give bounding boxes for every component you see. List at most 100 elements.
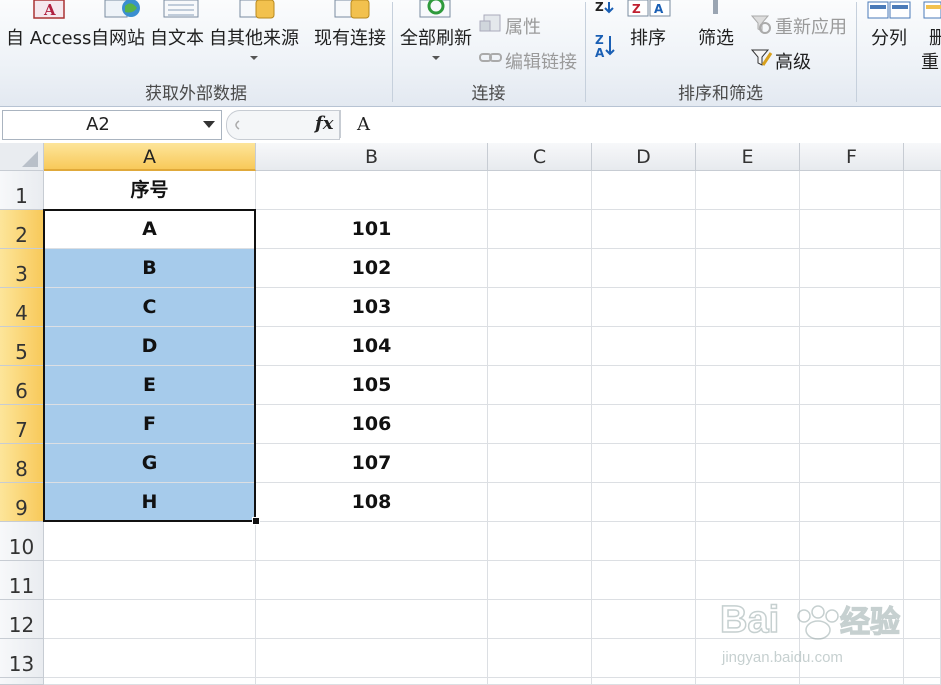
cell[interactable] <box>696 366 800 405</box>
column-header-c[interactable]: C <box>488 143 592 171</box>
from-other-sources-button[interactable]: 自其他来源 <box>209 24 299 50</box>
cell[interactable]: C <box>44 288 256 327</box>
cell[interactable]: G <box>44 444 256 483</box>
cell[interactable] <box>800 444 904 483</box>
cell[interactable] <box>592 405 696 444</box>
dropdown-arrow-icon[interactable] <box>248 54 260 62</box>
cell[interactable] <box>592 522 696 561</box>
cell[interactable]: F <box>44 405 256 444</box>
cell[interactable] <box>488 678 592 685</box>
collapse-handle-icon[interactable] <box>227 115 247 135</box>
cell[interactable]: D <box>44 327 256 366</box>
cell[interactable] <box>256 678 488 685</box>
cell[interactable] <box>44 561 256 600</box>
cell[interactable] <box>904 288 941 327</box>
insert-function-icon[interactable]: fx <box>315 113 333 134</box>
cell[interactable] <box>488 639 592 678</box>
cell[interactable] <box>488 444 592 483</box>
row-header[interactable]: 3 <box>0 249 44 288</box>
from-access-button[interactable]: 自 Access <box>6 24 91 50</box>
row-header[interactable]: 13 <box>0 639 44 678</box>
cell[interactable] <box>800 327 904 366</box>
cell[interactable] <box>488 405 592 444</box>
cell[interactable] <box>904 522 941 561</box>
cell[interactable]: 103 <box>256 288 488 327</box>
advanced-button[interactable]: 高级 <box>775 48 811 74</box>
cell[interactable] <box>44 522 256 561</box>
row-header[interactable]: 11 <box>0 561 44 600</box>
row-header[interactable]: 9 <box>0 483 44 522</box>
remove-duplicates-button[interactable]: 删 <box>929 24 941 50</box>
formula-input[interactable]: A <box>340 110 941 138</box>
cell[interactable] <box>488 249 592 288</box>
cell[interactable] <box>592 483 696 522</box>
cell[interactable] <box>592 639 696 678</box>
select-all-button[interactable] <box>0 143 44 171</box>
cell[interactable] <box>904 366 941 405</box>
cell[interactable] <box>800 249 904 288</box>
cell[interactable] <box>904 171 941 210</box>
cell[interactable] <box>800 210 904 249</box>
cell[interactable] <box>800 288 904 327</box>
cell[interactable] <box>592 678 696 685</box>
cell[interactable] <box>488 171 592 210</box>
reapply-button[interactable]: 重新应用 <box>775 13 847 39</box>
cell[interactable] <box>592 600 696 639</box>
cell[interactable] <box>592 288 696 327</box>
cell[interactable] <box>904 327 941 366</box>
cell[interactable] <box>696 405 800 444</box>
cell[interactable] <box>488 483 592 522</box>
cell[interactable] <box>44 678 256 685</box>
cell[interactable] <box>904 249 941 288</box>
cell[interactable] <box>696 288 800 327</box>
cell[interactable]: 102 <box>256 249 488 288</box>
cell[interactable]: E <box>44 366 256 405</box>
row-header[interactable]: 12 <box>0 600 44 639</box>
cell[interactable] <box>696 522 800 561</box>
sort-az-icon[interactable]: Z A <box>594 32 618 60</box>
cell[interactable] <box>696 444 800 483</box>
row-header[interactable] <box>0 678 44 685</box>
cell[interactable] <box>696 171 800 210</box>
dropdown-arrow-icon[interactable] <box>430 54 442 62</box>
cell[interactable] <box>904 483 941 522</box>
refresh-all-button[interactable]: 全部刷新 <box>400 24 472 50</box>
cell[interactable] <box>488 288 592 327</box>
cell[interactable]: 序号 <box>44 171 256 210</box>
column-header-e[interactable]: E <box>696 143 800 171</box>
cell[interactable] <box>800 483 904 522</box>
cell[interactable] <box>800 678 904 685</box>
cell[interactable] <box>696 249 800 288</box>
column-header-a[interactable]: A <box>44 143 256 171</box>
cell[interactable]: H <box>44 483 256 522</box>
cell[interactable] <box>904 210 941 249</box>
existing-connections-button[interactable]: 现有连接 <box>314 24 386 50</box>
cell[interactable] <box>488 522 592 561</box>
filter-button[interactable]: 筛选 <box>698 24 734 50</box>
column-header-d[interactable]: D <box>592 143 696 171</box>
cell[interactable]: 105 <box>256 366 488 405</box>
cell[interactable] <box>800 171 904 210</box>
cell[interactable]: A <box>44 210 256 249</box>
cell[interactable] <box>488 561 592 600</box>
cell[interactable] <box>256 639 488 678</box>
cell[interactable] <box>904 405 941 444</box>
row-header[interactable]: 8 <box>0 444 44 483</box>
cell[interactable] <box>592 171 696 210</box>
cell[interactable]: 101 <box>256 210 488 249</box>
from-web-button[interactable]: 自网站 <box>91 24 145 50</box>
cell[interactable] <box>904 678 941 685</box>
remove-duplicates-button-line2[interactable]: 重 <box>921 48 939 74</box>
cell[interactable] <box>592 249 696 288</box>
cell[interactable] <box>488 327 592 366</box>
cell[interactable] <box>800 522 904 561</box>
edit-links-button[interactable]: 编辑链接 <box>505 48 577 74</box>
fill-handle[interactable] <box>252 517 260 525</box>
cell[interactable]: 107 <box>256 444 488 483</box>
row-header[interactable]: 10 <box>0 522 44 561</box>
cell[interactable] <box>592 366 696 405</box>
cell[interactable] <box>696 210 800 249</box>
name-box-dropdown-icon[interactable] <box>203 121 215 128</box>
cell[interactable]: 108 <box>256 483 488 522</box>
row-header[interactable]: 4 <box>0 288 44 327</box>
